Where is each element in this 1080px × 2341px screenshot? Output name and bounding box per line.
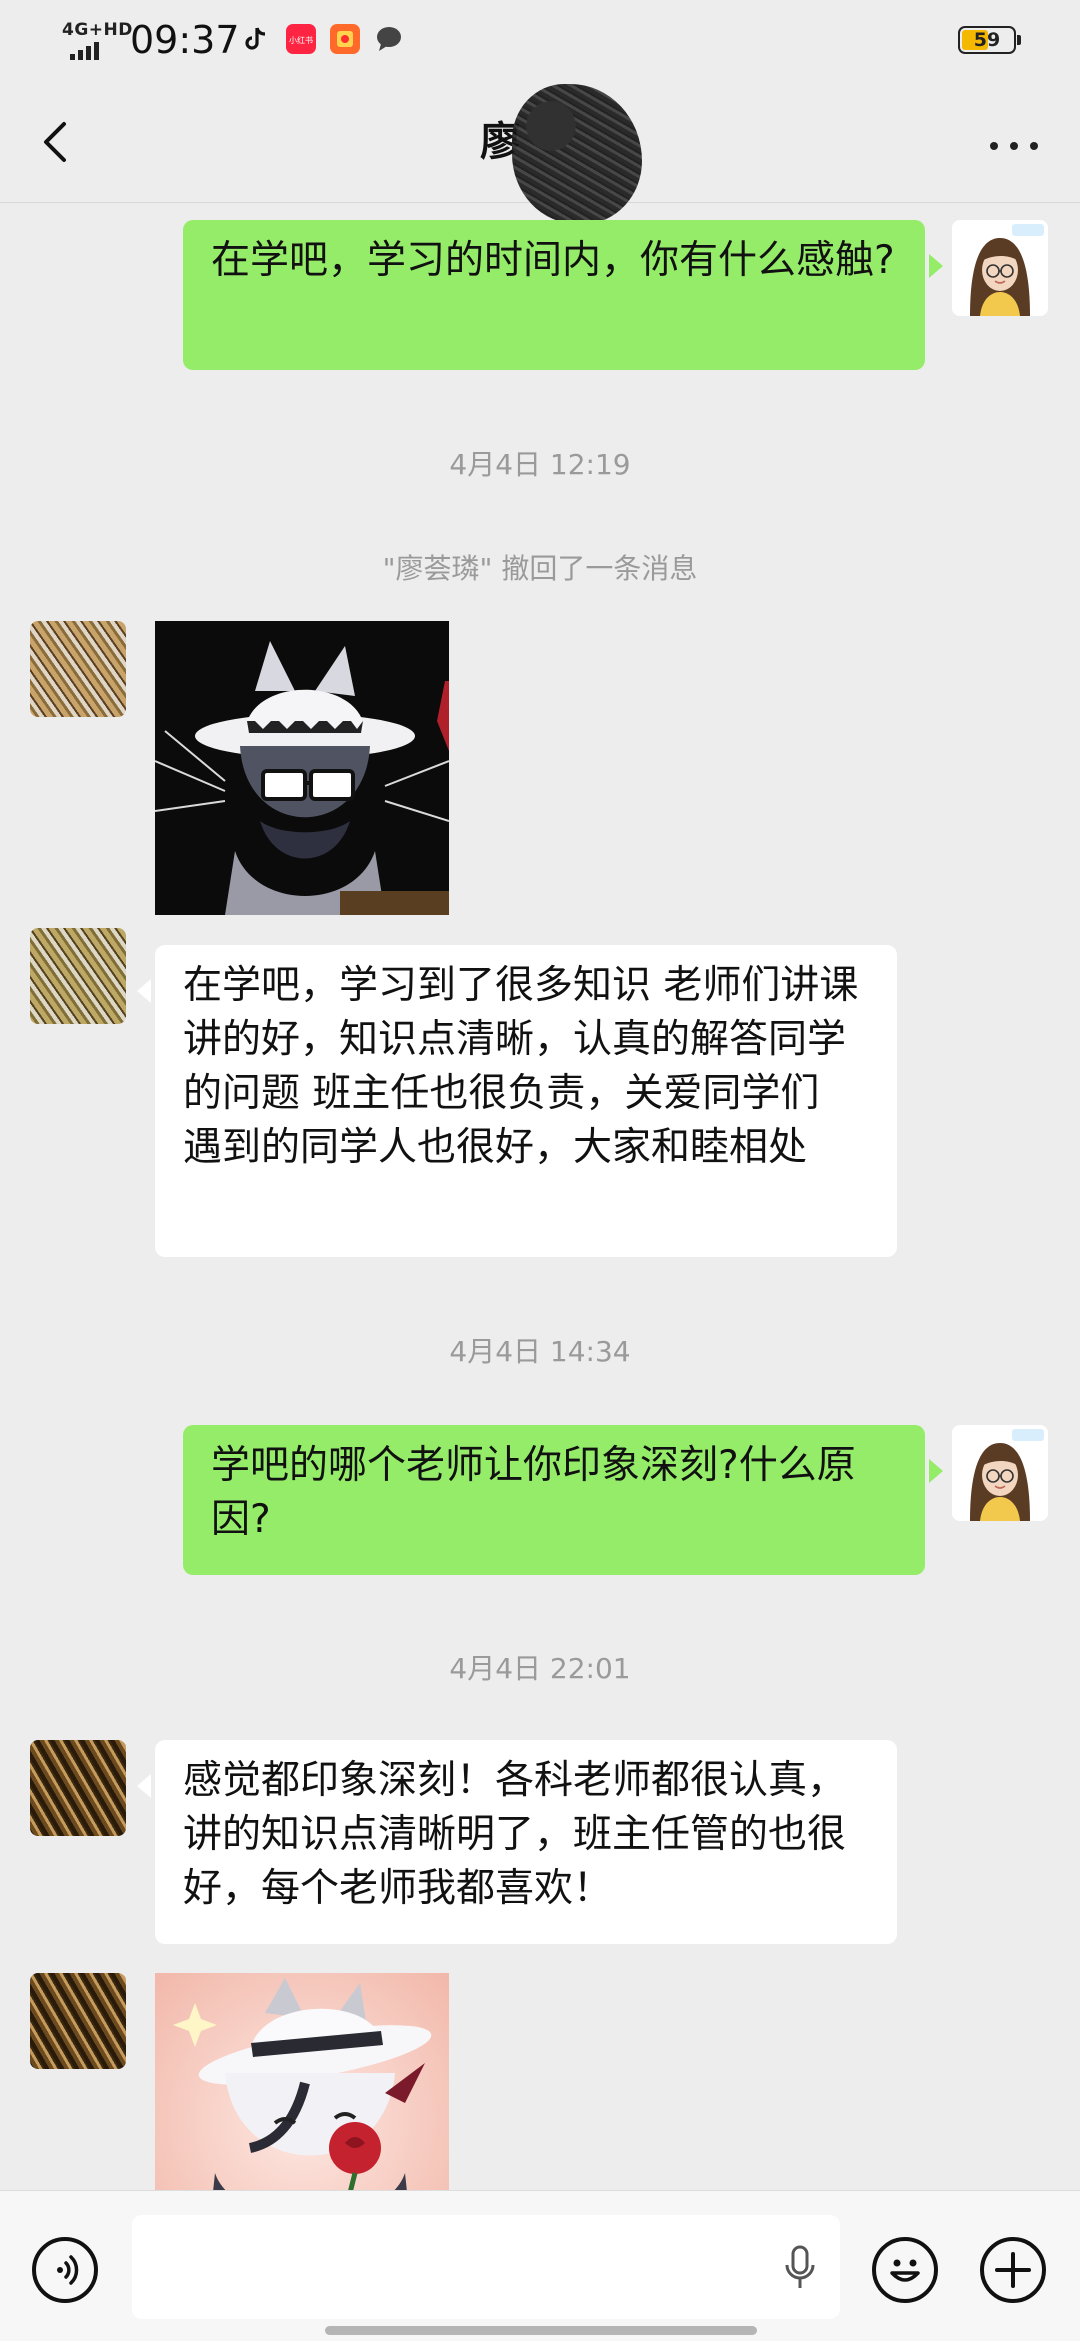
timestamp-label: 4月4日 14:34 <box>449 1335 631 1368</box>
timestamp-label: 4月4日 22:01 <box>449 1652 631 1685</box>
system-recall-notice: "廖荟璘" 撤回了一条消息 <box>382 552 698 585</box>
svg-text:小红书: 小红书 <box>289 35 313 45</box>
timestamp-label: 4月4日 12:19 <box>449 448 631 481</box>
message-text: 感觉都印象深刻！各科老师都很认真，讲的知识点清晰明了，班主任管的也很好，每个老师… <box>183 1758 847 1911</box>
my-message-bubble[interactable]: 学吧的哪个老师让你印象深刻?什么原因? <box>183 1425 943 1575</box>
contact-message-bubble[interactable]: 感觉都印象深刻！各科老师都很认真，讲的知识点清晰明了，班主任管的也很好，每个老师… <box>137 1740 897 1944</box>
message-bubble-icon <box>374 24 404 54</box>
battery-indicator: 59 <box>958 26 1021 54</box>
contact-avatar[interactable] <box>30 1740 126 1836</box>
cat-with-hat-sticker[interactable] <box>155 621 449 915</box>
input-bar <box>0 2190 1080 2341</box>
contact-message-bubble[interactable]: 在学吧，学习到了很多知识 老师们讲课讲的好，知识点清晰，认真的解答同学的问题 班… <box>137 945 897 1257</box>
status-bar: 4G+HD 09:37 小红书 59 <box>0 0 1080 80</box>
chat-message-list[interactable]: 在学吧，学习的时间内，你有什么感触? 4月4日 12:19 "廖荟璘" 撤回了一… <box>0 203 1080 2190</box>
battery-level: 59 <box>973 29 1001 51</box>
xiaohongshu-icon: 小红书 <box>286 24 316 54</box>
status-time: 09:37 <box>130 18 240 62</box>
voice-mode-icon[interactable] <box>32 2237 98 2303</box>
contact-avatar[interactable] <box>30 621 126 717</box>
cat-with-rose-sticker[interactable] <box>155 1973 449 2190</box>
message-text: 在学吧，学习的时间内，你有什么感触? <box>211 238 895 283</box>
contact-avatar[interactable] <box>30 1973 126 2069</box>
microphone-icon[interactable] <box>782 2245 818 2291</box>
home-indicator[interactable] <box>325 2326 757 2335</box>
more-dots-icon[interactable] <box>990 138 1040 152</box>
contact-avatar[interactable] <box>30 928 126 1024</box>
message-text: 在学吧，学习到了很多知识 老师们讲课讲的好，知识点清晰，认真的解答同学的问题 班… <box>183 963 859 1170</box>
signal-icon <box>70 42 99 60</box>
emoji-icon[interactable] <box>872 2237 938 2303</box>
my-avatar[interactable] <box>952 1425 1048 1521</box>
message-text: 学吧的哪个老师让你印象深刻?什么原因? <box>211 1443 856 1542</box>
network-indicator: 4G+HD <box>62 22 132 60</box>
network-label: 4G+HD <box>62 20 133 40</box>
tiktok-icon <box>240 24 270 54</box>
my-message-bubble[interactable]: 在学吧，学习的时间内，你有什么感触? <box>183 220 943 370</box>
plus-icon[interactable] <box>980 2237 1046 2303</box>
my-avatar[interactable] <box>952 220 1048 316</box>
game-app-icon <box>330 24 360 54</box>
message-input[interactable] <box>132 2215 840 2319</box>
